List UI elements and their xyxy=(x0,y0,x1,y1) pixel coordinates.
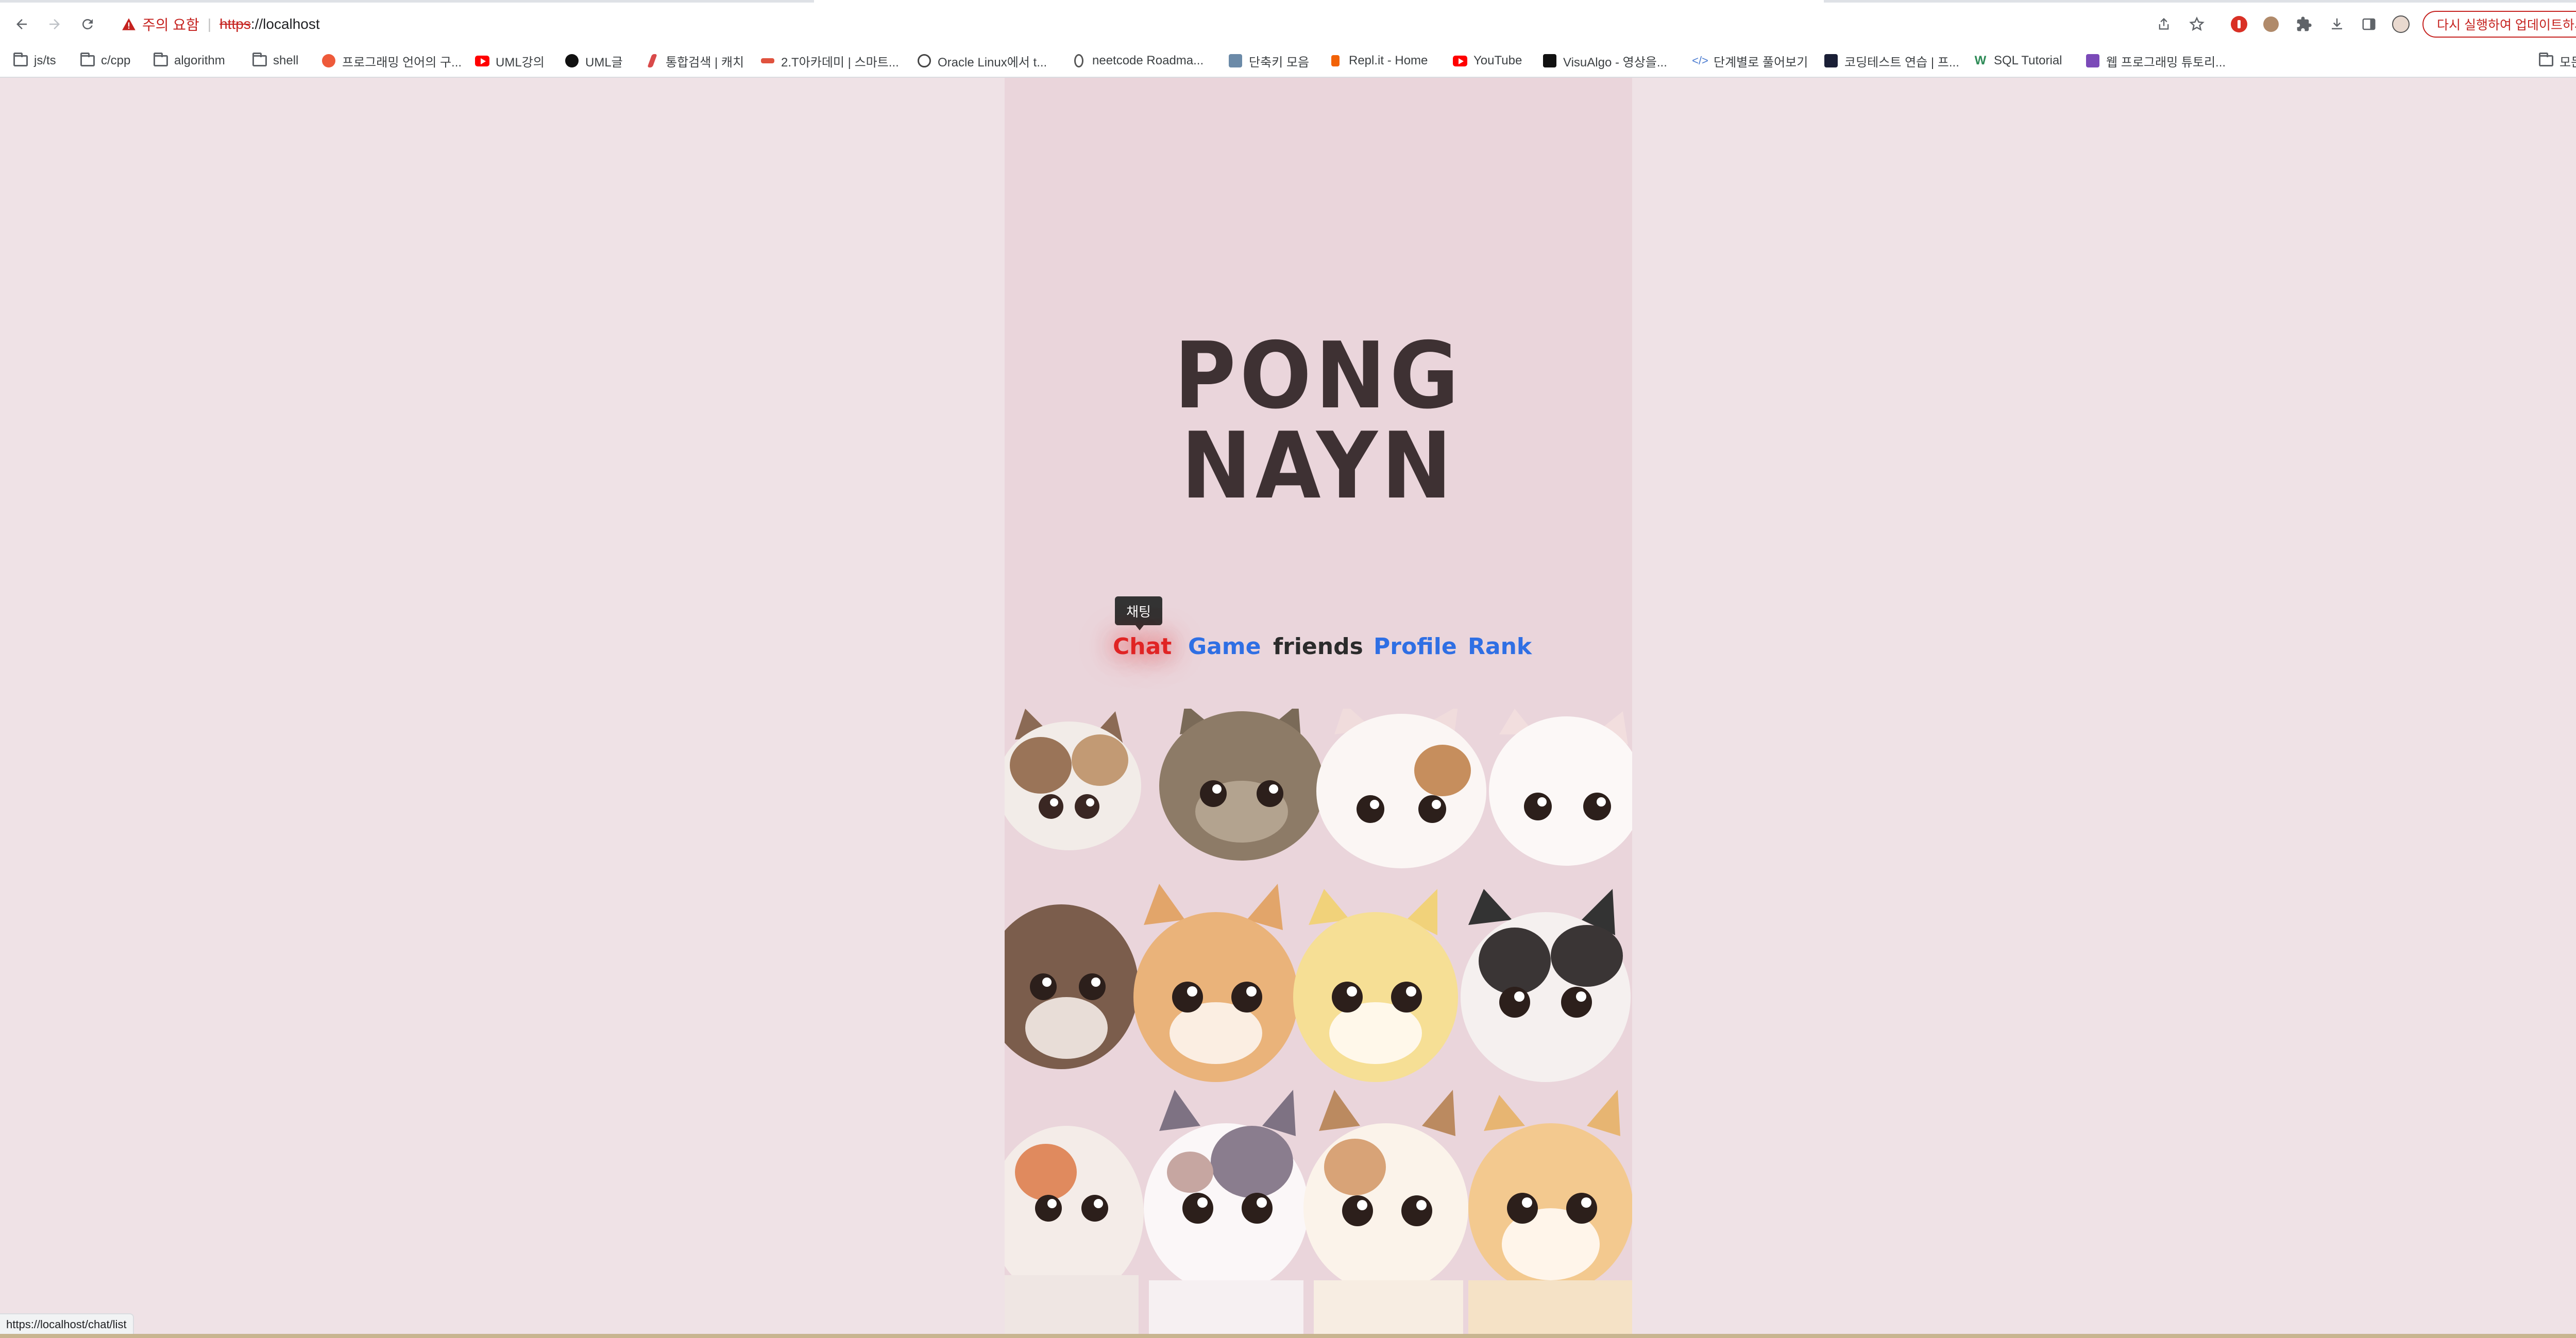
menu-friends-link[interactable]: friends xyxy=(1273,629,1363,665)
bookmark-item[interactable]: 통합검색 | 캐치 xyxy=(645,53,744,70)
bookmark-item[interactable]: 2.T아카데미 | 스마트... xyxy=(760,53,899,70)
menu-rank-link[interactable]: Rank xyxy=(1468,629,1532,665)
download-icon[interactable] xyxy=(2327,14,2347,35)
bookmark-folder-algorithm[interactable]: algorithm xyxy=(154,53,225,69)
side-panel-icon[interactable] xyxy=(2359,14,2379,35)
bookmark-label: js/ts xyxy=(34,54,56,67)
site-icon xyxy=(760,54,775,68)
youtube-icon xyxy=(1453,54,1467,68)
menu-chat-link[interactable]: Chat xyxy=(1113,629,1172,665)
logo-title-line2: NAYN xyxy=(1181,413,1456,519)
site-icon xyxy=(2086,54,2100,68)
address-bar[interactable]: 주의 요함 | https://localhost xyxy=(108,10,2143,39)
extension-adblock-icon[interactable] xyxy=(2229,14,2249,35)
site-icon: W xyxy=(1974,54,1987,67)
code-icon: </> xyxy=(1692,54,1708,67)
menu-profile-link[interactable]: Profile xyxy=(1374,629,1457,665)
forward-arrow-icon xyxy=(49,19,60,29)
bookmark-label: 프로그래밍 언어의 구... xyxy=(342,55,462,70)
logo-title-line1: PONG xyxy=(1174,322,1463,429)
bookmark-folder-shell[interactable]: shell xyxy=(252,53,298,69)
bookmark-label: UML강의 xyxy=(496,55,545,70)
bookmark-label: shell xyxy=(273,54,299,67)
folder-icon xyxy=(13,53,28,68)
bookmark-label: 웹 프로그래밍 튜토리... xyxy=(2106,55,2226,70)
bookmark-item[interactable]: 단축키 모음 xyxy=(1228,53,1310,70)
profile-avatar-icon[interactable] xyxy=(2391,14,2411,35)
reload-icon xyxy=(82,19,93,29)
site-icon xyxy=(1328,54,1343,68)
extension-cookie-icon[interactable] xyxy=(2261,14,2281,35)
bookmark-item[interactable]: YouTube xyxy=(1453,53,1522,69)
bookmark-folder-ccpp[interactable]: c/cpp xyxy=(80,53,130,69)
reload-button[interactable] xyxy=(74,11,101,38)
bookmark-item[interactable]: VisuAlgo - 영상을... xyxy=(1543,53,1667,70)
folder-icon xyxy=(252,53,267,68)
bookmark-label: c/cpp xyxy=(101,54,131,67)
bookmark-item[interactable]: Repl.it - Home xyxy=(1328,53,1428,69)
not-secure-indicator[interactable]: 주의 요함 xyxy=(122,14,199,35)
page-viewport: PONG NAYN 채팅 Chat Game friends Profile R… xyxy=(0,78,2576,1338)
bookmark-label: algorithm xyxy=(174,54,225,67)
main-menu: Chat Game friends Profile Rank xyxy=(1005,629,1632,665)
youtube-icon xyxy=(475,54,489,68)
bookmark-item[interactable]: </> 단계별로 풀어보기 xyxy=(1692,53,1808,70)
bookmark-folder-jsts[interactable]: js/ts xyxy=(13,53,56,69)
bookmark-label: Repl.it - Home xyxy=(1349,54,1428,67)
folder-icon xyxy=(80,53,95,68)
bookmark-item[interactable]: Oracle Linux에서 t... xyxy=(917,53,1047,70)
url-scheme: https xyxy=(219,16,251,32)
bookmark-label: 모든 북마크 xyxy=(2560,55,2576,70)
bookmark-item[interactable]: neetcode Roadma... xyxy=(1072,53,1204,69)
bookmark-label: neetcode Roadma... xyxy=(1092,54,1204,67)
site-icon xyxy=(645,54,659,68)
site-icon xyxy=(1543,54,1557,68)
relaunch-update-button[interactable]: 다시 실행하여 업데이트하세요. ⋮ xyxy=(2422,11,2576,38)
back-arrow-icon xyxy=(16,19,27,29)
site-icon xyxy=(1228,54,1243,68)
bookmark-item[interactable]: UML글 xyxy=(565,53,623,70)
bookmark-item[interactable]: W SQL Tutorial xyxy=(1973,53,2062,69)
bookmark-label: SQL Tutorial xyxy=(1994,54,2062,67)
status-bar-url: https://localhost/chat/list xyxy=(0,1313,134,1336)
update-button-label: 다시 실행하여 업데이트하세요. xyxy=(2437,18,2576,32)
site-icon xyxy=(565,54,579,68)
cats-illustration xyxy=(1005,709,1632,1338)
browser-toolbar: 주의 요함 | https://localhost 다시 실행하여 업데이트하세… xyxy=(0,3,2576,45)
bookmark-label: YouTube xyxy=(1473,54,1522,67)
bookmark-label: 단계별로 풀어보기 xyxy=(1714,55,1808,70)
bookmark-label: 2.T아카데미 | 스마트... xyxy=(781,55,899,70)
bookmark-item[interactable]: 프로그래밍 언어의 구... xyxy=(321,53,462,70)
bookmark-star-icon[interactable] xyxy=(2187,14,2207,35)
globe-icon xyxy=(917,54,931,68)
bookmark-label: Oracle Linux에서 t... xyxy=(938,55,1047,70)
bookmark-item[interactable]: UML강의 xyxy=(475,53,545,70)
bookmark-item[interactable]: 웹 프로그래밍 튜토리... xyxy=(2086,53,2226,70)
window-bottom-edge xyxy=(0,1334,2576,1338)
bookmark-label: VisuAlgo - 영상을... xyxy=(1563,55,1667,70)
bookmark-item[interactable]: 코딩테스트 연습 | 프... xyxy=(1824,53,1959,70)
site-icon xyxy=(1072,54,1086,68)
security-warning-text: 주의 요함 xyxy=(142,17,199,33)
bookmark-label: UML글 xyxy=(585,55,623,70)
bookmark-folder-all[interactable]: 모든 북마크 xyxy=(2539,53,2576,70)
forward-button[interactable] xyxy=(41,11,68,38)
back-button[interactable] xyxy=(8,11,35,38)
folder-icon xyxy=(154,53,168,68)
site-icon xyxy=(1824,54,1838,68)
site-icon xyxy=(321,54,336,68)
address-separator: | xyxy=(207,16,212,32)
warning-triangle-icon xyxy=(122,18,135,30)
chat-tooltip: 채팅 xyxy=(1115,596,1162,630)
url-host: ://localhost xyxy=(250,16,320,32)
app-panel: PONG NAYN 채팅 Chat Game friends Profile R… xyxy=(1005,78,1632,1338)
bookmark-label: 통합검색 | 캐치 xyxy=(666,55,744,70)
bookmarks-bar: js/ts c/cpp algorithm shell 프로그래밍 언어의 구.… xyxy=(0,45,2576,78)
extensions-puzzle-icon[interactable] xyxy=(2294,14,2314,35)
bookmark-label: 단축키 모음 xyxy=(1249,55,1310,70)
menu-game-link[interactable]: Game xyxy=(1188,629,1261,665)
bookmark-label: 코딩테스트 연습 | 프... xyxy=(1844,55,1959,70)
share-icon[interactable] xyxy=(2154,14,2174,35)
folder-icon xyxy=(2539,53,2553,68)
